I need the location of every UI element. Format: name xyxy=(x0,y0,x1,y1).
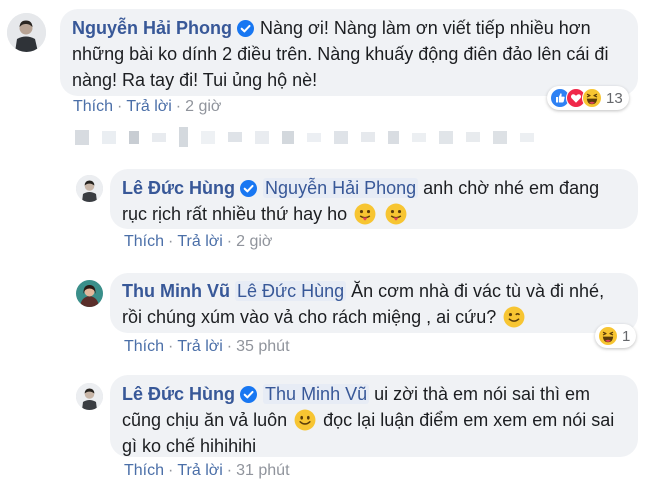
reaction-count: 1 xyxy=(622,327,631,345)
reply-button[interactable]: Trả lời xyxy=(177,233,222,250)
haha-icon xyxy=(598,326,618,346)
verified-badge-icon xyxy=(237,20,254,37)
reply-reactions[interactable]: 1 xyxy=(595,324,637,348)
reply-time: 2 giờ xyxy=(236,233,273,250)
reply-text: Lê Đức Hùng Thu Minh Vũ ui zời thà em nói… xyxy=(122,381,626,459)
more-replies-indicator[interactable] xyxy=(75,127,534,147)
reply-text: Thu Minh Vũ Lê Đức Hùng Ăn cơm nhà đi vá… xyxy=(122,278,626,330)
reply-bubble: Lê Đức Hùng Nguyễn Hải Phong anh chờ nhé … xyxy=(110,169,638,229)
comment-reactions[interactable]: 13 xyxy=(547,86,629,110)
reply-actions: Thích · Trả lời · 31 phút xyxy=(124,462,290,479)
comment-text: Nguyễn Hải Phong Nàng ơi! Nàng làm ơn viế… xyxy=(72,15,624,93)
comment-actions: Thích · Trả lời · 2 giờ xyxy=(73,98,222,115)
reply-text: Lê Đức Hùng Nguyễn Hải Phong anh chờ nhé … xyxy=(122,175,626,227)
mention-tag[interactable]: Nguyễn Hải Phong xyxy=(263,178,419,198)
verified-badge-icon xyxy=(240,180,257,197)
comment-bubble: Nguyễn Hải Phong Nàng ơi! Nàng làm ơn viế… xyxy=(60,9,638,96)
reply-author-name[interactable]: Lê Đức Hùng xyxy=(122,384,235,404)
avatar-le-duc-hung[interactable] xyxy=(76,175,103,202)
like-button[interactable]: Thích xyxy=(124,233,164,250)
smile-emoji-icon xyxy=(294,409,316,431)
mention-tag[interactable]: Thu Minh Vũ xyxy=(263,384,370,404)
reaction-count: 13 xyxy=(606,89,623,107)
avatar-thu-minh-vu[interactable] xyxy=(76,280,103,307)
avatar-nguyen-hai-phong[interactable] xyxy=(7,13,46,52)
like-button[interactable]: Thích xyxy=(124,462,164,479)
haha-icon xyxy=(582,88,602,108)
verified-badge-icon xyxy=(240,386,257,403)
tongue-emoji-icon xyxy=(385,203,407,225)
comment-author-name[interactable]: Nguyễn Hải Phong xyxy=(72,18,232,38)
tongue-emoji-icon xyxy=(354,203,376,225)
reply-button[interactable]: Trả lời xyxy=(177,462,222,479)
reply-bubble: Thu Minh Vũ Lê Đức Hùng Ăn cơm nhà đi vá… xyxy=(110,273,638,333)
reply-bubble: Lê Đức Hùng Thu Minh Vũ ui zời thà em nói… xyxy=(110,375,638,457)
reply-button[interactable]: Trả lời xyxy=(126,98,171,115)
reply-time: 35 phút xyxy=(236,338,290,355)
reply-author-name[interactable]: Lê Đức Hùng xyxy=(122,178,235,198)
reply-actions: Thích · Trả lời · 35 phút xyxy=(124,338,290,355)
comment-time: 2 giờ xyxy=(185,98,222,115)
reply-time: 31 phút xyxy=(236,462,290,479)
reply-actions: Thích · Trả lời · 2 giờ xyxy=(124,233,273,250)
reply-author-name[interactable]: Thu Minh Vũ xyxy=(122,281,230,301)
reply-button[interactable]: Trả lời xyxy=(177,338,222,355)
wink-emoji-icon xyxy=(503,306,525,328)
like-button[interactable]: Thích xyxy=(73,98,113,115)
mention-tag[interactable]: Lê Đức Hùng xyxy=(235,281,347,301)
avatar-le-duc-hung[interactable] xyxy=(76,383,103,410)
like-button[interactable]: Thích xyxy=(124,338,164,355)
